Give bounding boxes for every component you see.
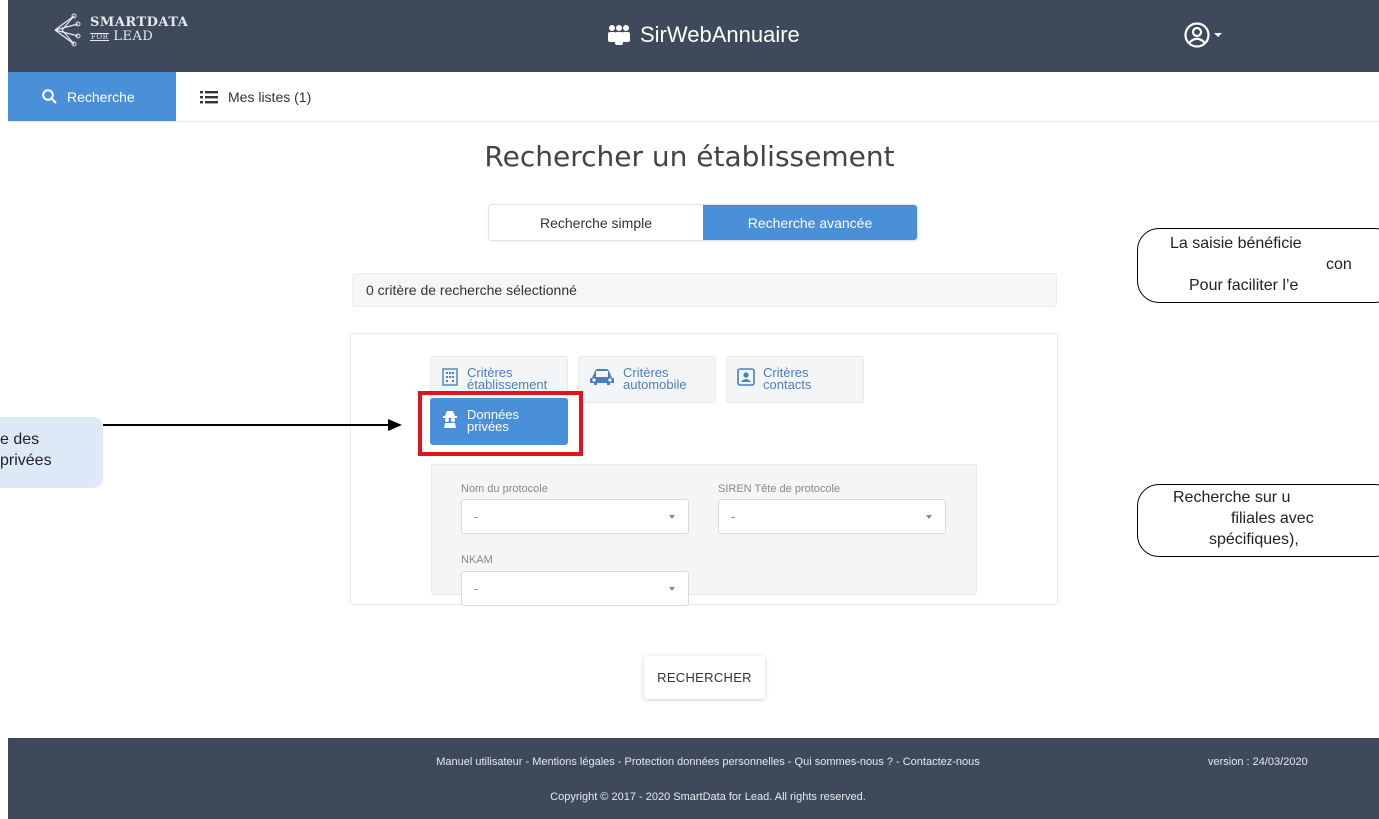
right2-line3: spécifiques), — [1209, 531, 1299, 548]
chevron-down-icon — [669, 515, 675, 519]
page-title: Rechercher un établissement — [484, 140, 895, 173]
highlight-annotation-box — [418, 391, 583, 456]
tab-criteres-contacts[interactable]: Critères contacts — [726, 356, 864, 403]
logo-subtitle: LEAD — [113, 29, 154, 44]
chevron-down-icon — [669, 587, 675, 591]
crit-etab-line2: établissement — [467, 377, 548, 392]
list-icon — [200, 90, 218, 103]
app-title: SirWebAnnuaire — [606, 22, 800, 48]
protocole-value: - — [474, 509, 479, 524]
search-icon — [42, 89, 57, 104]
chevron-down-icon — [926, 515, 932, 519]
logo-title: SMARTDATA — [90, 15, 189, 30]
left-annotation-line2: privées — [0, 452, 52, 469]
right1-line3: Pour faciliter l’e — [1189, 277, 1299, 294]
right1-line2: con — [1326, 256, 1352, 273]
annotation-arrow-line — [103, 424, 390, 426]
app-title-text: SirWebAnnuaire — [640, 22, 800, 47]
tab-mes-listes[interactable]: Mes listes (1) — [200, 72, 311, 121]
contact-card-icon — [737, 368, 755, 386]
footer-copyright: Copyright © 2017 - 2020 SmartData for Le… — [550, 791, 866, 803]
logo-small-text: FOR — [90, 33, 110, 41]
tab-recherche[interactable]: Recherche — [8, 72, 176, 121]
right2-line1: Recherche sur u — [1173, 489, 1291, 506]
right2-line2: filiales avec — [1231, 510, 1314, 527]
footer-links[interactable]: Manuel utilisateur - Mentions légales - … — [8, 756, 1108, 768]
crit-contacts-line2: contacts — [763, 377, 812, 392]
logo-network-icon — [54, 13, 81, 47]
tab-criteres-automobile[interactable]: Critères automobile — [578, 356, 716, 403]
user-avatar-icon — [1184, 22, 1210, 48]
siren-label: SIREN Tête de protocole — [718, 483, 841, 495]
tab-mes-listes-label: Mes listes (1) — [228, 88, 312, 105]
car-icon — [590, 369, 614, 385]
user-menu[interactable] — [1184, 22, 1222, 48]
nkam-label: NKAM — [461, 554, 493, 566]
nkam-value: - — [474, 581, 479, 596]
annotation-arrow-head — [388, 419, 402, 431]
right1-line1: La saisie bénéficie — [1170, 235, 1302, 252]
tab-recherche-label: Recherche — [67, 88, 135, 105]
main-nav: Recherche Mes listes (1) — [8, 72, 1379, 122]
building-icon — [442, 368, 458, 386]
right-annotation-callout-2: Recherche sur u filiales avec spécifique… — [1137, 484, 1379, 557]
siren-select[interactable]: - — [718, 499, 946, 534]
siren-value: - — [731, 509, 736, 524]
rechercher-button[interactable]: RECHERCHER — [644, 656, 765, 699]
left-annotation-callout: e des privées — [0, 417, 103, 488]
footer-version: version : 24/03/2020 — [1208, 756, 1308, 768]
protocole-label: Nom du protocole — [461, 483, 548, 495]
simple-search-button[interactable]: Recherche simple — [489, 205, 703, 240]
protocole-select[interactable]: - — [461, 499, 689, 534]
app-footer: Manuel utilisateur - Mentions légales - … — [8, 738, 1379, 819]
selected-criteria-bar: 0 critère de recherche sélectionné — [352, 273, 1057, 307]
right-annotation-callout-1: La saisie bénéficie con Pour faciliter l… — [1137, 228, 1379, 303]
search-mode-toggle: Recherche simple Recherche avancée — [488, 204, 918, 241]
nkam-select[interactable]: - — [461, 571, 689, 606]
people-group-icon — [608, 25, 630, 45]
app-header: SMARTDATA FOR LEAD SirWebAnnuaire — [8, 0, 1379, 72]
caret-down-icon — [1214, 33, 1222, 37]
smartdata-logo[interactable]: SMARTDATA FOR LEAD — [52, 12, 188, 48]
left-annotation-line1: e des — [0, 431, 40, 448]
criteria-count-text: 0 critère de recherche sélectionné — [366, 282, 577, 298]
crit-auto-line2: automobile — [623, 377, 687, 392]
advanced-search-button[interactable]: Recherche avancée — [703, 205, 917, 240]
